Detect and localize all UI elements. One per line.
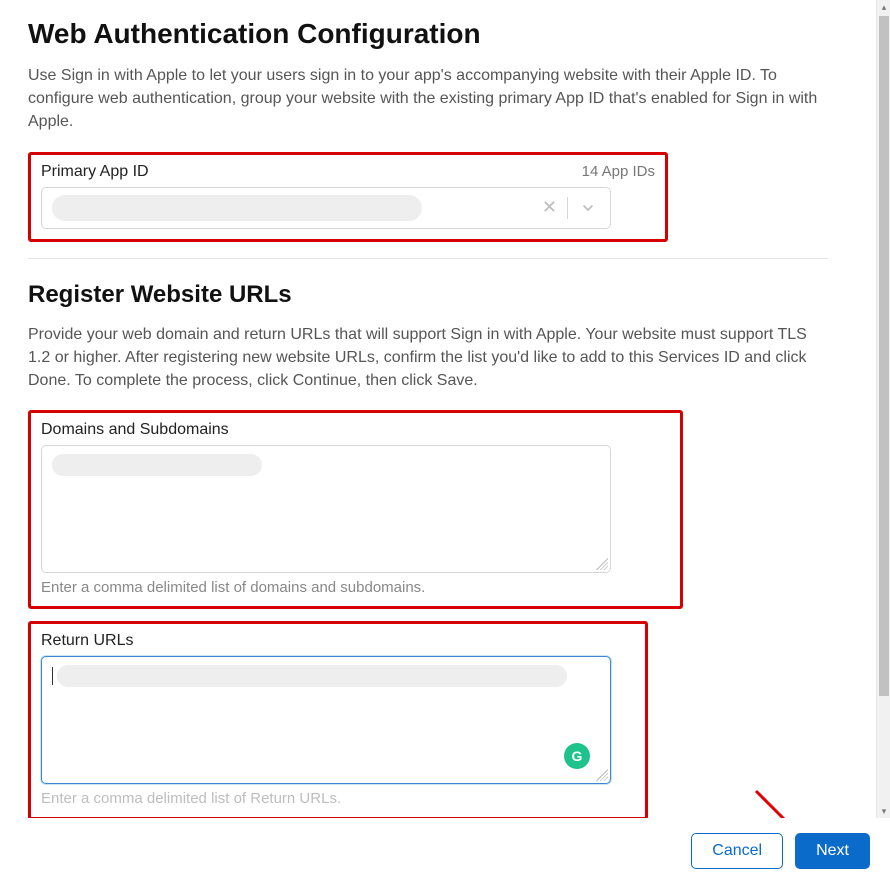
register-urls-intro: Provide your web domain and return URLs … (28, 323, 828, 393)
text-cursor (52, 667, 53, 685)
section-divider (28, 258, 828, 259)
return-urls-textarea[interactable]: G (41, 656, 611, 784)
domains-textarea[interactable] (41, 445, 611, 573)
clear-icon[interactable]: ✕ (532, 197, 567, 218)
scrollbar-thumb[interactable] (879, 16, 889, 696)
register-urls-title: Register Website URLs (28, 281, 848, 309)
return-urls-label: Return URLs (41, 632, 635, 650)
domains-label: Domains and Subdomains (41, 421, 670, 439)
primary-app-id-select[interactable]: ✕ (41, 187, 611, 229)
scrollbar[interactable]: ▴ ▾ (876, 0, 890, 818)
redacted-value (52, 454, 262, 476)
scroll-up-icon[interactable]: ▴ (877, 0, 890, 14)
redacted-value (52, 195, 422, 221)
footer: Cancel Next (0, 818, 890, 883)
chevron-down-icon[interactable] (568, 200, 602, 216)
config-panel: Web Authentication Configuration Use Sig… (0, 0, 876, 818)
primary-app-id-count: 14 App IDs (582, 163, 655, 180)
scroll-down-icon[interactable]: ▾ (877, 804, 890, 818)
primary-app-id-highlight: Primary App ID 14 App IDs ✕ (28, 152, 668, 242)
resize-handle-icon[interactable] (596, 558, 608, 570)
resize-handle-icon[interactable] (596, 769, 608, 781)
redacted-value (57, 665, 567, 687)
domains-help: Enter a comma delimited list of domains … (41, 579, 670, 596)
page-intro: Use Sign in with Apple to let your users… (28, 64, 828, 134)
next-button[interactable]: Next (795, 833, 870, 869)
grammarly-icon[interactable]: G (564, 743, 590, 769)
domains-highlight: Domains and Subdomains Enter a comma del… (28, 410, 683, 609)
cancel-button[interactable]: Cancel (691, 833, 783, 869)
return-urls-highlight: Return URLs G Enter a comma delimited li… (28, 621, 648, 818)
page-title: Web Authentication Configuration (28, 18, 848, 50)
primary-app-id-label: Primary App ID (41, 163, 149, 181)
return-urls-help: Enter a comma delimited list of Return U… (41, 790, 635, 807)
